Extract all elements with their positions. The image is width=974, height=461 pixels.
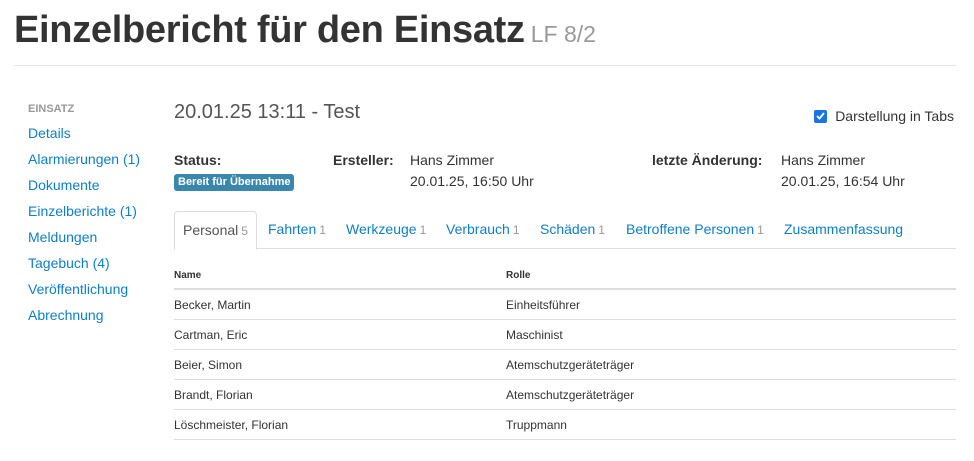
tab-schaeden-count: 1 [598, 223, 605, 237]
sidebar-item-alarmierungen[interactable]: Alarmierungen (1) [28, 146, 158, 172]
table-row: Becker, Martin Einheitsführer [174, 289, 956, 320]
table-row: Löschmeister, Florian Truppmann [174, 409, 956, 440]
column-header-name: Name [174, 263, 506, 290]
sidebar-heading: EINSATZ [28, 103, 75, 115]
table-row: Cartman, Eric Maschinist [174, 319, 956, 350]
checkmark-icon [816, 112, 825, 120]
cell-role: Maschinist [506, 319, 956, 350]
tabs-toggle-label: Darstellung in Tabs [835, 108, 954, 124]
tab-fahrten-count: 1 [319, 223, 326, 237]
changed-label: letzte Änderung: [652, 152, 763, 168]
cell-role: Einheitsführer [506, 289, 956, 320]
page-title-text: Einzelbericht für den Einsatz [14, 9, 525, 51]
sidebar-item-tagebuch[interactable]: Tagebuch (4) [28, 250, 158, 276]
cell-name: Löschmeister, Florian [174, 409, 506, 440]
tab-zusammenfassung-label: Zusammenfassung [784, 221, 904, 237]
changed-date: 20.01.25, 16:54 Uhr [781, 173, 905, 189]
sidebar-item-details[interactable]: Details [28, 120, 158, 146]
tab-betroffene-personen[interactable]: Betroffene Personen 1 [626, 211, 764, 248]
cell-name: Beier, Simon [174, 349, 506, 380]
tab-werkzeuge-count: 1 [419, 223, 427, 237]
tab-betroffene-label: Betroffene Personen [626, 221, 755, 237]
header-divider [14, 65, 956, 66]
table-row: Brandt, Florian Atemschutzgeräteträger [174, 379, 956, 410]
tab-schaeden-label: Schäden [540, 221, 596, 237]
tab-bar: Personal 5 Fahrten 1 Werkzeuge 1 Verbrauch 1… [174, 211, 956, 250]
sidebar: EINSATZ Details Alarmierungen (1) Dokume… [28, 102, 158, 328]
sidebar-item-dokumente[interactable]: Dokumente [28, 172, 158, 198]
column-header-rolle: Rolle [506, 263, 956, 290]
tab-verbrauch-label: Verbrauch [446, 221, 510, 237]
tabs-checkbox[interactable] [814, 109, 828, 123]
cell-name: Brandt, Florian [174, 379, 506, 410]
cell-role: Truppmann [506, 409, 956, 440]
report-title: 20.01.25 13:11 - Test [174, 101, 361, 123]
tab-personal[interactable]: Personal 5 [174, 211, 257, 250]
page-title: Einzelbericht für den Einsatz LF 8/2 [14, 8, 596, 56]
tab-schaeden[interactable]: Schäden 1 [540, 211, 605, 248]
cell-name: Becker, Martin [174, 289, 506, 320]
sidebar-item-abrechnung[interactable]: Abrechnung [28, 302, 158, 328]
table-row: Beier, Simon Atemschutzgeräteträger [174, 349, 956, 380]
tab-personal-count: 5 [241, 224, 248, 238]
sidebar-item-meldungen[interactable]: Meldungen [28, 224, 158, 250]
cell-role: Atemschutzgeräteträger [506, 349, 956, 380]
personnel-table: Name Rolle Becker, Martin Einheitsführer… [174, 263, 956, 440]
tab-zusammenfassung[interactable]: Zusammenfassung [784, 211, 903, 248]
changed-name: Hans Zimmer [781, 152, 866, 168]
creator-name: Hans Zimmer [410, 152, 495, 168]
cell-name: Cartman, Eric [174, 319, 506, 350]
status-label: Status: [174, 152, 222, 168]
sidebar-item-einzelberichte[interactable]: Einzelberichte (1) [28, 198, 158, 224]
creator-date: 20.01.25, 16:50 Uhr [410, 173, 534, 189]
tab-verbrauch-count: 1 [512, 223, 520, 237]
status-badge: Bereit für Übernahme [174, 174, 295, 191]
tab-personal-label: Personal [183, 222, 239, 238]
tab-verbrauch[interactable]: Verbrauch 1 [446, 211, 520, 248]
creator-label: Ersteller: [333, 152, 394, 168]
tab-betroffene-count: 1 [757, 223, 764, 237]
page-subtitle: LF 8/2 [530, 21, 596, 47]
table-header-row: Name Rolle [174, 263, 956, 290]
tab-fahrten[interactable]: Fahrten 1 [268, 211, 326, 248]
tabs-toggle[interactable]: Darstellung in Tabs [814, 108, 954, 124]
tab-werkzeuge-label: Werkzeuge [346, 221, 417, 237]
sidebar-item-veroeffentlichung[interactable]: Veröffentlichung [28, 276, 158, 302]
tab-werkzeuge[interactable]: Werkzeuge 1 [346, 211, 426, 248]
cell-role: Atemschutzgeräteträger [506, 379, 956, 410]
tab-fahrten-label: Fahrten [268, 221, 317, 237]
